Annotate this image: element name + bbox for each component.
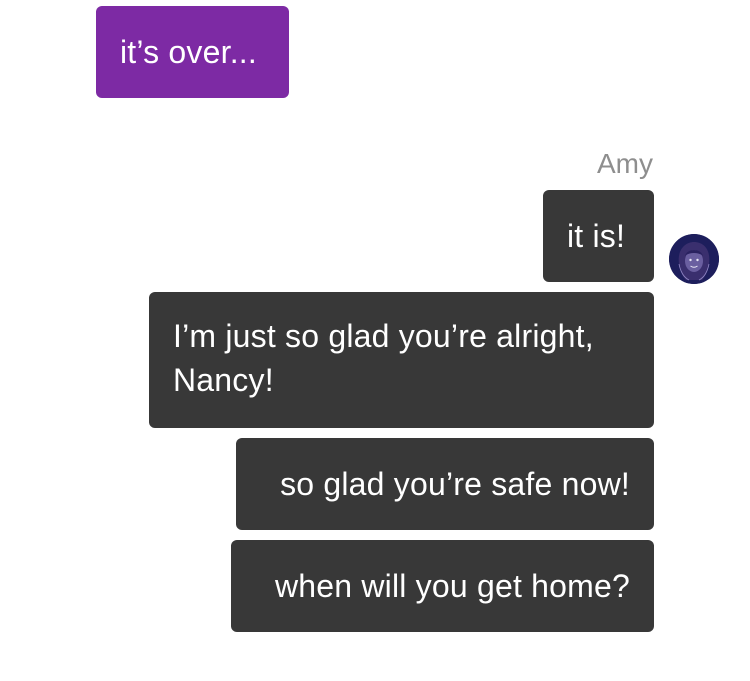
sender-name: Amy xyxy=(597,148,653,179)
message-text: so glad you’re safe now! xyxy=(280,466,630,502)
message-bubble-outgoing[interactable]: it’s over... xyxy=(96,6,289,98)
message-bubble-incoming[interactable]: it is! xyxy=(543,190,654,282)
message-text: it’s over... xyxy=(120,34,257,70)
message-bubble-incoming[interactable]: when will you get home? xyxy=(231,540,654,632)
message-bubble-incoming[interactable]: so glad you’re safe now! xyxy=(236,438,654,530)
profile-avatar-icon[interactable] xyxy=(669,234,719,284)
avatar-illustration xyxy=(669,234,719,284)
message-text: it is! xyxy=(567,218,626,254)
message-text: I’m just so glad you’re alright, Nancy! xyxy=(173,318,594,398)
message-bubble-incoming[interactable]: I’m just so glad you’re alright, Nancy! xyxy=(149,292,654,428)
message-text: when will you get home? xyxy=(274,568,630,604)
